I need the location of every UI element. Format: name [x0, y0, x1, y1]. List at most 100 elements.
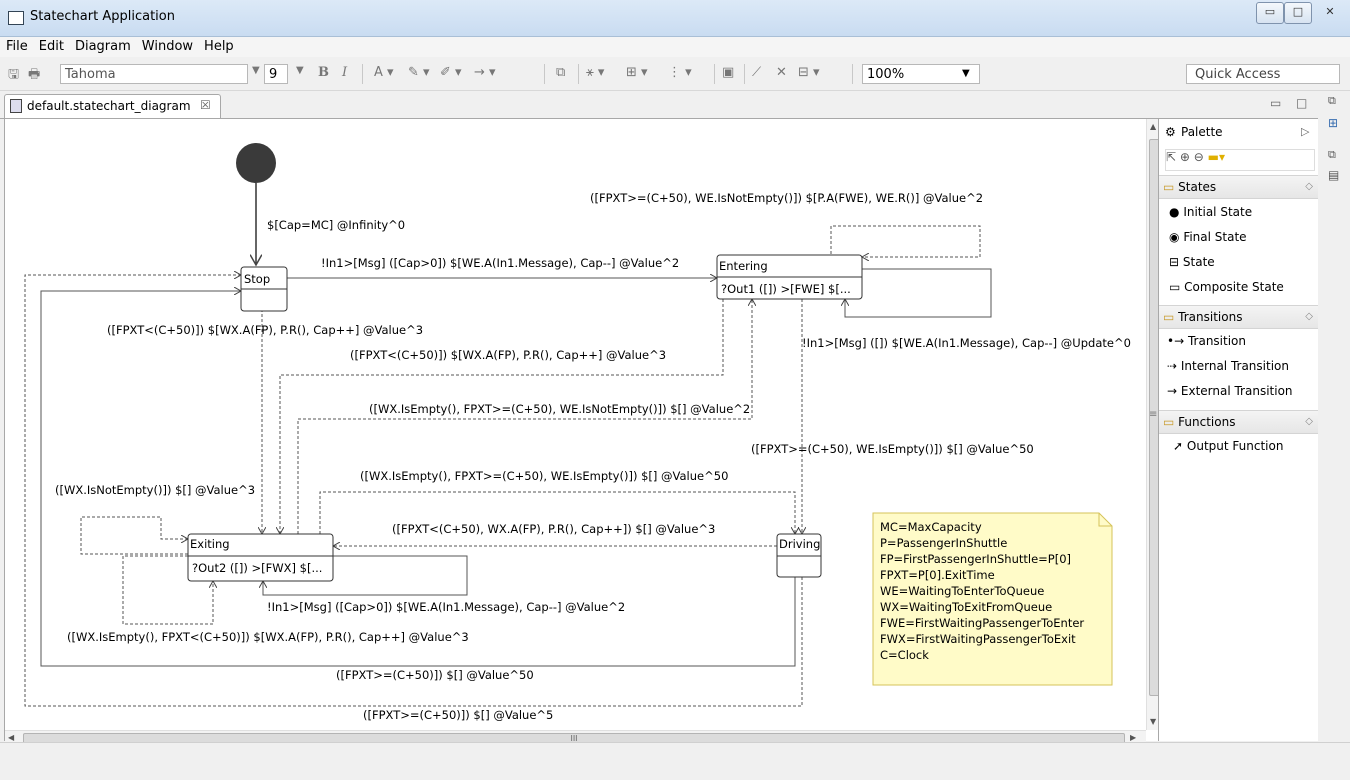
label-stop-down: ([FPXT<(C+50)]) $[WX.A(FP), P.R(), Cap++… — [107, 323, 423, 337]
quick-access-input[interactable]: Quick Access — [1186, 64, 1340, 84]
composite-state-icon: ▭ — [1169, 280, 1181, 294]
properties-view-icon[interactable]: ▤ — [1328, 168, 1339, 182]
folder-icon: ▭ — [1163, 180, 1175, 194]
tab-close-icon[interactable]: ☒ — [200, 98, 211, 112]
label-entering-self-top: ([FPXT>=(C+50), WE.IsNotEmpty()]) $[P.A(… — [590, 191, 983, 205]
tab-default-statechart-diagram[interactable]: default.statechart_diagram ☒ — [4, 94, 221, 118]
font-size-select[interactable]: 9 — [264, 64, 288, 84]
zoom-in-icon[interactable]: ⊕ — [1180, 150, 1190, 164]
line-style-icon[interactable]: → ▾ — [474, 65, 496, 83]
splitter-grip-icon[interactable]: ≡ — [1149, 409, 1157, 420]
palette-item-internal-transition[interactable]: ⇢ Internal Transition — [1167, 359, 1289, 373]
palette-item-initial-state[interactable]: ● Initial State — [1169, 205, 1253, 219]
print-icon[interactable]: 🖶 — [28, 65, 40, 83]
folder-icon: ▭ — [1163, 415, 1175, 429]
palette-collapse-icon[interactable]: ▷ — [1301, 125, 1309, 138]
toolbar-separator — [544, 64, 545, 84]
outline-view-icon[interactable]: ⊞ — [1328, 116, 1338, 130]
router-tree-icon[interactable]: ✕ — [776, 65, 787, 83]
external-transition-icon: → — [1167, 384, 1178, 398]
font-size-dropdown-icon[interactable]: ▼ — [296, 65, 304, 83]
state-exiting-body: ?Out2 ([]) >[FWX] $[... — [192, 561, 322, 575]
restore-icon[interactable]: ⧉ — [1328, 148, 1336, 162]
font-color-icon[interactable]: A ▾ — [374, 65, 394, 83]
palette-group-functions[interactable]: ▭ Functions ◇ — [1159, 410, 1319, 434]
menu-edit[interactable]: Edit — [33, 37, 69, 54]
label-exiting-to-entering: ([WX.IsEmpty(), FPXT>=(C+50), WE.IsNotEm… — [369, 402, 750, 416]
minimize-view-icon[interactable]: ▭ — [1270, 96, 1281, 110]
scroll-left-icon[interactable]: ◀ — [8, 733, 14, 742]
group-toggle-icon[interactable]: ◇ — [1305, 411, 1313, 433]
font-name-dropdown-icon[interactable]: ▼ — [252, 65, 260, 83]
label-exiting-msg: !In1>[Msg] ([Cap>0]) $[WE.A(In1.Message)… — [267, 600, 625, 614]
palette-item-label: Internal Transition — [1180, 359, 1289, 373]
right-trim-stack: ⧉ ⊞ ⧉ ▤ — [1318, 92, 1350, 742]
align-icon[interactable]: ⋮ ▾ — [668, 65, 692, 83]
group-toggle-icon[interactable]: ◇ — [1305, 176, 1313, 198]
auto-size-icon[interactable]: ▣ — [722, 65, 734, 83]
palette-group-states[interactable]: ▭ States ◇ — [1159, 175, 1319, 199]
palette-item-output-function[interactable]: ➚ Output Function — [1173, 439, 1283, 453]
scroll-right-icon[interactable]: ▶ — [1130, 733, 1136, 742]
select-all-icon[interactable]: ⚹ ▾ — [586, 65, 604, 83]
line-color-icon[interactable]: ✐ ▾ — [440, 65, 462, 83]
palette-item-external-transition[interactable]: → External Transition — [1167, 384, 1293, 398]
palette-item-label: Initial State — [1183, 205, 1253, 219]
close-button[interactable]: ✕ — [1312, 2, 1348, 24]
scroll-down-icon[interactable]: ▼ — [1150, 717, 1156, 726]
diagram-canvas[interactable]: Stop Entering ?Out1 ([]) >[FWE] $[... Ex… — [4, 119, 1163, 747]
state-stop-name: Stop — [244, 272, 270, 286]
label-init: $[Cap=MC] @Infinity^0 — [267, 218, 405, 232]
initial-state-node — [236, 143, 276, 183]
status-bar — [0, 742, 1350, 780]
state-exiting-name: Exiting — [190, 537, 230, 551]
maximize-view-icon[interactable]: □ — [1296, 96, 1307, 110]
initial-state-icon: ● — [1169, 205, 1180, 219]
state-entering-name: Entering — [719, 259, 768, 273]
palette-icon: ⚙ — [1165, 125, 1176, 139]
note-line: C=Clock — [880, 648, 929, 662]
note-line: FPXT=P[0].ExitTime — [880, 568, 995, 582]
palette-group-label: Transitions — [1178, 310, 1243, 324]
save-icon[interactable]: 🖫 — [8, 65, 19, 83]
arrange-icon[interactable]: ⊞ ▾ — [626, 65, 648, 83]
toolbar-separator — [714, 64, 715, 84]
fill-color-icon[interactable]: ✎ ▾ — [408, 65, 430, 83]
group-toggle-icon[interactable]: ◇ — [1305, 306, 1313, 328]
copy-appearance-icon[interactable]: ⧉ — [556, 65, 565, 83]
italic-button[interactable]: I — [342, 65, 347, 83]
palette-panel: ⚙ Palette ▷ ⇱ ⊕ ⊖ ▬▾ ▭ States ◇ ● Initia… — [1149, 119, 1319, 741]
palette-group-label: Functions — [1178, 415, 1236, 429]
tab-label: default.statechart_diagram — [27, 99, 191, 113]
palette-item-label: Composite State — [1184, 280, 1284, 294]
menu-diagram[interactable]: Diagram — [69, 37, 136, 54]
palette-item-label: State — [1182, 255, 1215, 269]
palette-item-transition[interactable]: •→ Transition — [1167, 334, 1246, 348]
zoom-dropdown-icon[interactable]: ▼ — [962, 68, 970, 79]
restore-icon[interactable]: ⧉ — [1328, 94, 1336, 108]
palette-group-transitions[interactable]: ▭ Transitions ◇ — [1159, 305, 1319, 329]
palette-group-label: States — [1178, 180, 1217, 194]
final-state-icon: ◉ — [1169, 230, 1180, 244]
palette-title: Palette — [1181, 125, 1223, 139]
bold-button[interactable]: B — [318, 65, 329, 83]
menu-window[interactable]: Window — [136, 37, 198, 54]
menu-file[interactable]: File — [0, 37, 33, 54]
menu-help[interactable]: Help — [198, 37, 239, 54]
menu-bar: File Edit Diagram Window Help — [0, 37, 1350, 57]
palette-item-final-state[interactable]: ◉ Final State — [1169, 230, 1247, 244]
palette-item-composite-state[interactable]: ▭ Composite State — [1169, 280, 1284, 294]
zoom-out-icon[interactable]: ⊖ — [1194, 150, 1204, 164]
router-rectilinear-icon[interactable]: ⟋ — [752, 65, 761, 83]
minimize-button[interactable]: ▭ — [1256, 2, 1284, 24]
toolbar: 🖫 🖶 Tahoma ▼ 9 ▼ B I A ▾ ✎ ▾ ✐ ▾ → ▾ ⧉ ⚹… — [0, 58, 1350, 91]
font-name-select[interactable]: Tahoma — [60, 64, 248, 84]
line-width-icon[interactable]: ⊟ ▾ — [798, 65, 820, 83]
select-tool-icon[interactable]: ⇱ — [1166, 150, 1176, 164]
toolbar-separator — [744, 64, 745, 84]
scroll-up-icon[interactable]: ▲ — [1150, 122, 1156, 131]
maximize-button[interactable]: □ — [1284, 2, 1312, 24]
palette-item-state[interactable]: ⊟ State — [1169, 255, 1215, 269]
note-tool-icon[interactable]: ▬▾ — [1208, 150, 1225, 164]
label-exiting-to-driving: ([WX.IsEmpty(), FPXT>=(C+50), WE.IsEmpty… — [360, 469, 728, 483]
